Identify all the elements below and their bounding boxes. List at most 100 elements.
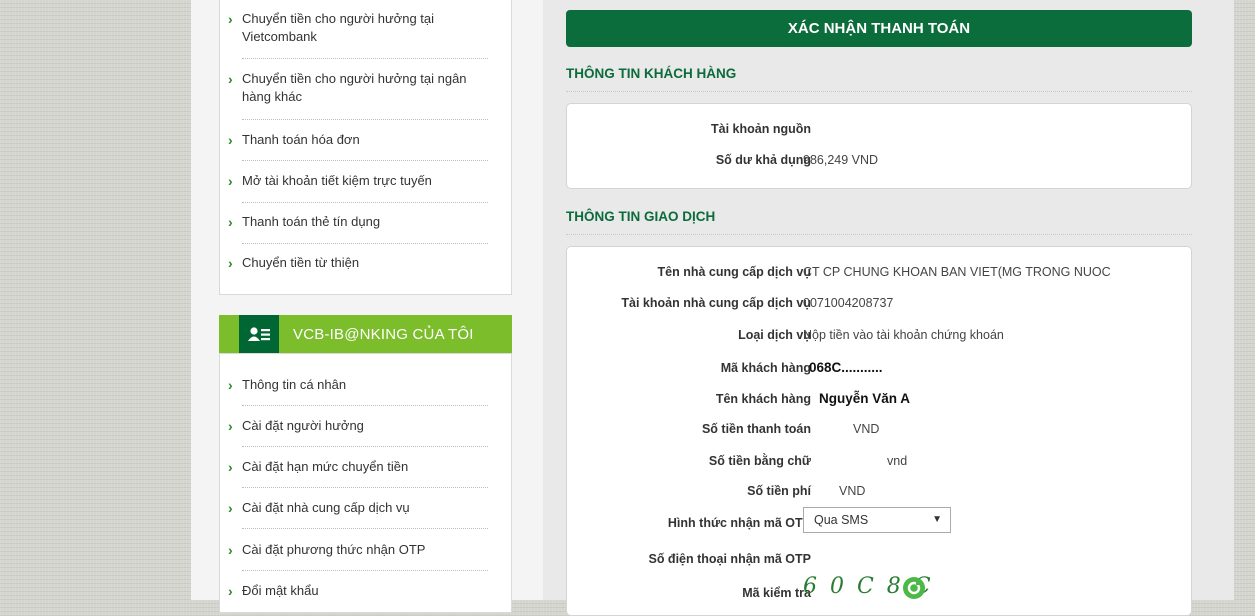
menu-item-label: Cài đặt người hưởng [242,418,364,433]
otp-method-label: Hình thức nhận mã OTP [667,516,811,530]
amount-row: Số tiền thanh toán VND [567,419,1193,439]
customer-info-box: Tài khoản nguồn Số dư khả dụng 986,249 V… [566,103,1192,189]
customer-code-label: Mã khách hàng [720,361,811,375]
chevron-right-icon: › [228,459,233,475]
divider [242,570,488,571]
customer-info-title: THÔNG TIN KHÁCH HÀNG [566,66,737,81]
balance-value: 986,249 VND [803,153,879,167]
chevron-right-icon: › [228,11,233,27]
chevron-right-icon: › [228,173,233,189]
dropdown-arrow-icon: ▼ [932,514,942,525]
amount-words-unit: vnd [887,454,908,468]
customer-code-row: Mã khách hàng 068C........... [567,358,1193,378]
menu-item-label: Thanh toán thẻ tín dụng [242,214,381,229]
provider-account-label: Tài khoản nhà cung cấp dịch vụ [621,296,811,310]
transaction-info-title: THÔNG TIN GIAO DỊCH [566,209,716,224]
vcb-ibanking-title: VCB-IB@NKING CỦA TÔI [293,326,474,343]
page-container: › Chuyển tiền cho người hưởng tại Vietco… [191,0,1234,616]
menu-item-change-password[interactable]: › Đổi mật khẩu [228,582,490,600]
balance-row: Số dư khả dụng 986,249 VND [567,150,1193,170]
vcb-ibanking-header: VCB-IB@NKING CỦA TÔI [219,315,512,354]
confirm-payment-header: XÁC NHẬN THANH TOÁN [566,10,1192,47]
divider [242,160,488,161]
transaction-info-box: Tên nhà cung cấp dịch vụ CT CP CHUNG KHO… [566,246,1192,616]
customer-name-row: Tên khách hàng Nguyễn Văn A [567,389,1193,409]
customer-name-label: Tên khách hàng [715,392,811,406]
amount-label: Số tiền thanh toán [701,422,811,436]
account-menu-panel: › Thông tin cá nhân › Cài đặt người hưởn… [219,353,512,613]
otp-method-row: Hình thức nhận mã OTP Qua SMS ▼ [567,507,1193,533]
divider [242,528,488,529]
amount-unit: VND [853,422,880,436]
chevron-right-icon: › [228,71,233,87]
menu-item-provider-settings[interactable]: › Cài đặt nhà cung cấp dịch vụ [228,499,490,517]
divider [566,91,1192,92]
menu-item-otp-method-settings[interactable]: › Cài đặt phương thức nhận OTP [228,541,490,559]
chevron-right-icon: › [228,214,233,230]
captcha-label: Mã kiểm tra [742,586,811,600]
menu-item-label: Mở tài khoản tiết kiệm trực tuyến [242,173,432,188]
menu-item-label: Cài đặt nhà cung cấp dịch vụ [242,500,410,515]
chevron-right-icon: › [228,132,233,148]
provider-name-row: Tên nhà cung cấp dịch vụ CT CP CHUNG KHO… [567,262,1193,282]
menu-item-label: Chuyển tiền từ thiện [242,255,360,270]
otp-method-selected: Qua SMS [814,513,869,527]
user-card-icon [239,315,279,354]
chevron-right-icon: › [228,500,233,516]
otp-phone-row: Số điện thoại nhận mã OTP [567,549,1193,569]
menu-item-label: Chuyển tiền cho người hưởng tại Vietcomb… [242,11,435,44]
divider [566,234,1192,235]
amount-words-row: Số tiền bằng chữ vnd [567,451,1193,471]
chevron-right-icon: › [228,542,233,558]
menu-item-transfer-limit-settings[interactable]: › Cài đặt hạn mức chuyển tiền [228,458,490,476]
chevron-right-icon: › [228,377,233,393]
menu-item-transfer-other-bank[interactable]: › Chuyển tiền cho người hưởng tại ngân h… [228,70,490,106]
amount-words-label: Số tiền bằng chữ [708,454,811,468]
balance-label: Số dư khả dụng [715,153,811,167]
menu-item-charity-transfer[interactable]: › Chuyển tiền từ thiện [228,254,490,272]
refresh-captcha-icon[interactable] [903,577,925,599]
menu-item-label: Đổi mật khẩu [242,583,319,598]
otp-phone-label: Số điện thoại nhận mã OTP [648,552,811,566]
fee-row: Số tiền phí VND [567,481,1193,501]
main-content: XÁC NHẬN THANH TOÁN THÔNG TIN KHÁCH HÀNG… [543,0,1234,616]
menu-item-credit-card-payment[interactable]: › Thanh toán thẻ tín dụng [228,213,490,231]
menu-item-beneficiary-settings[interactable]: › Cài đặt người hưởng [228,417,490,435]
menu-item-transfer-vietcombank[interactable]: › Chuyển tiền cho người hưởng tại Vietco… [228,10,490,46]
menu-item-open-savings[interactable]: › Mở tài khoản tiết kiệm trực tuyến [228,172,490,190]
menu-item-label: Chuyển tiền cho người hưởng tại ngân hàn… [242,71,467,104]
divider [242,446,488,447]
source-account-label: Tài khoản nguồn [711,122,811,136]
customer-code-value: 068C........... [809,360,883,375]
menu-item-label: Cài đặt phương thức nhận OTP [242,542,426,557]
fee-unit: VND [839,484,866,498]
provider-name-value: CT CP CHUNG KHOAN BAN VIET(MG TRONG NUOC [803,265,1111,279]
service-type-row: Loại dịch vụ Nộp tiền vào tài khoản chứn… [567,325,1193,345]
provider-account-row: Tài khoản nhà cung cấp dịch vụ 007100420… [567,293,1193,313]
menu-item-personal-info[interactable]: › Thông tin cá nhân [228,376,490,394]
chevron-right-icon: › [228,255,233,271]
chevron-right-icon: › [228,418,233,434]
otp-method-select[interactable]: Qua SMS ▼ [803,507,951,533]
service-type-label: Loại dịch vụ [738,328,811,342]
provider-account-value: 0071004208737 [803,296,894,310]
captcha-row: Mã kiểm tra 6 0 C 8 C [567,576,1193,603]
left-sidebar: › Chuyển tiền cho người hưởng tại Vietco… [191,0,536,613]
divider [242,405,488,406]
divider [242,119,488,120]
chevron-right-icon: › [228,583,233,599]
source-account-row: Tài khoản nguồn [567,119,1193,139]
menu-item-label: Thông tin cá nhân [242,377,347,392]
divider [242,58,488,59]
menu-item-label: Cài đặt hạn mức chuyển tiền [242,459,409,474]
divider [242,487,488,488]
fee-label: Số tiền phí [747,484,811,498]
transfer-menu-panel: › Chuyển tiền cho người hưởng tại Vietco… [219,0,512,295]
customer-name-value: Nguyễn Văn A [819,391,911,406]
divider [242,243,488,244]
divider [242,202,488,203]
menu-item-bill-payment[interactable]: › Thanh toán hóa đơn [228,131,490,149]
menu-item-label: Thanh toán hóa đơn [242,132,360,147]
service-type-value: Nộp tiền vào tài khoản chứng khoán [803,328,1004,342]
provider-name-label: Tên nhà cung cấp dịch vụ [657,265,812,279]
